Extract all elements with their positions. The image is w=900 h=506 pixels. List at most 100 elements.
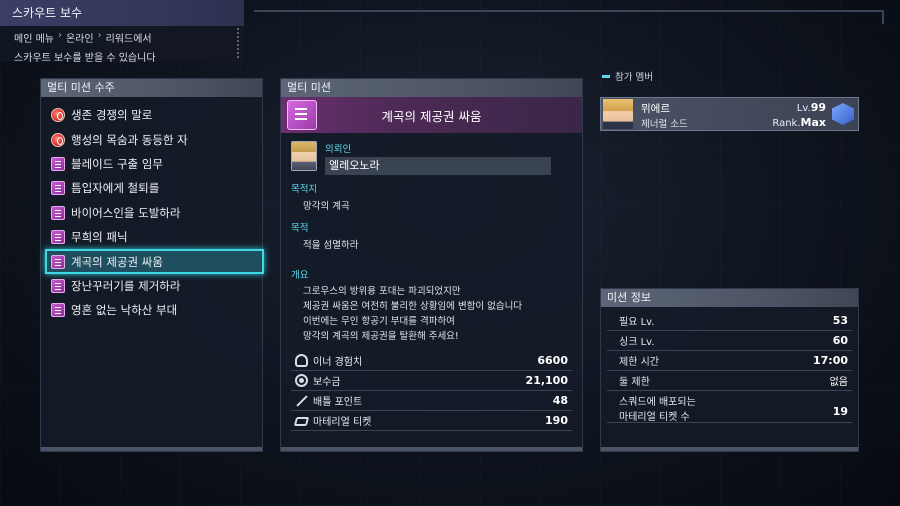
member-level: Lv.99 (797, 101, 826, 114)
reward-label: 이너 경험치 (313, 357, 363, 368)
reward-value: 6600 (537, 354, 568, 367)
info-label: 둘 제한 (619, 377, 650, 388)
reward-row: 마테리얼 티켓 190 (291, 411, 572, 431)
mission-label: 틈입자에게 철퇴를 (71, 181, 160, 196)
member-class: 제너럴 소드 (641, 119, 688, 130)
overview-text: 그로우스의 방위용 포대는 파괴되었지만 제공권 싸움은 여전히 불리한 상황임… (281, 284, 582, 344)
breadcrumb: 메인 메뉴 › 온라인 › 리워드에서 (0, 26, 244, 45)
mission-list-item[interactable]: 무희의 패닉 (47, 225, 256, 249)
level-value: 99 (810, 101, 826, 114)
coin-icon (295, 374, 308, 387)
mission-info-panel: 미션 정보 필요 Lv. 53 싱크 Lv. 60 제한 시간 17:00 둘 … (600, 288, 859, 452)
info-label: 싱크 Lv. (619, 337, 655, 348)
header-divider (237, 28, 240, 58)
info-row: 제한 시간 17:00 (607, 351, 852, 371)
objective-value: 적을 섬멸하라 (303, 240, 359, 251)
mission-doc-icon (51, 254, 65, 269)
info-value: 19 (832, 405, 848, 418)
mission-list-item[interactable]: 블레이드 구출 임무 (47, 152, 256, 176)
panel-footer-bar (601, 447, 858, 451)
reward-row: 배틀 포인트 48 (291, 391, 572, 411)
mission-list-item[interactable]: 영혼 없는 낙하산 부대 (47, 298, 256, 322)
mission-label: 장난꾸러기를 제거하라 (71, 278, 181, 293)
reward-label: 마테리얼 티켓 (313, 417, 372, 428)
mission-label: 행성의 목숨과 동등한 자 (71, 132, 188, 147)
mission-label: 계곡의 제공권 싸움 (71, 254, 163, 269)
mission-detail-panel: 멀티 미션 계곡의 제공권 싸움 의뢰인 엘레오노라 목적지 망각의 계곡 목적… (280, 78, 583, 452)
reward-value: 21,100 (525, 374, 568, 387)
mission-doc-icon (51, 156, 65, 171)
chevron-right-icon: › (57, 30, 62, 41)
overview-line: 망각의 계곡의 제공권을 탈환해 주세요! (303, 331, 459, 342)
panel-footer-bar (281, 447, 582, 451)
breadcrumb-item: 메인 메뉴 (14, 34, 54, 45)
mission-label: 생존 경쟁의 말로 (71, 108, 153, 123)
reward-row: 이너 경험치 6600 (291, 351, 572, 371)
info-row: 필요 Lv. 53 (607, 311, 852, 331)
mission-banner: 계곡의 제공권 싸움 (281, 97, 582, 133)
party-marker-icon (602, 74, 610, 78)
member-rank: Rank.Max (772, 116, 826, 129)
red-emblem-icon (51, 132, 65, 147)
mission-list-item[interactable]: 생존 경쟁의 말로 (47, 103, 256, 127)
info-row: 스쿼드에 배포되는 마테리얼 티켓 수 19 (607, 391, 852, 423)
overview-label: 개요 (291, 270, 309, 281)
breadcrumb-item: 온라인 (65, 34, 94, 45)
client-portrait (291, 141, 317, 171)
chevron-right-icon: › (97, 30, 102, 41)
reward-row: 보수금 21,100 (291, 371, 572, 391)
info-label: 제한 시간 (619, 357, 659, 368)
mission-name: 계곡의 제공권 싸움 (381, 108, 482, 124)
reward-label: 보수금 (313, 377, 341, 388)
mission-label: 블레이드 구출 임무 (71, 156, 163, 171)
overview-line: 그로우스의 방위용 포대는 파괴되었지만 (303, 286, 461, 297)
rank-label: Rank. (772, 118, 801, 129)
page-header: 스카우트 보수 메인 메뉴 › 온라인 › 리워드에서 스카우트 보수를 받을 … (0, 0, 244, 64)
info-value: 17:00 (812, 354, 848, 367)
mission-info-title: 미션 정보 (601, 289, 858, 307)
mission-list-item[interactable]: 틈입자에게 철퇴를 (47, 176, 256, 200)
mission-doc-icon (51, 303, 65, 318)
info-value: 60 (832, 334, 848, 347)
overview-line: 이번에는 무인 항공기 부대를 격파하여 (303, 316, 455, 327)
reward-list: 이너 경험치 6600 보수금 21,100 배틀 포인트 48 마테리얼 티켓… (291, 351, 572, 431)
client-name: 엘레오노라 (325, 157, 551, 175)
page-title: 스카우트 보수 (0, 0, 244, 26)
exp-icon (295, 354, 308, 367)
mission-list-item[interactable]: 장난꾸러기를 제거하라 (47, 274, 256, 298)
mission-list-item[interactable]: 바이어스인을 도발하라 (47, 201, 256, 225)
member-portrait (603, 99, 633, 129)
rank-value: Max (800, 116, 826, 129)
reward-value: 48 (552, 394, 568, 407)
red-emblem-icon (51, 108, 65, 123)
mission-list-item-selected[interactable]: 계곡의 제공권 싸움 (45, 249, 264, 274)
reward-value: 190 (545, 414, 568, 427)
objective-label: 목적 (291, 223, 309, 234)
reward-label: 배틀 포인트 (313, 397, 363, 408)
mission-label: 바이어스인을 도발하라 (71, 205, 181, 220)
mission-doc-icon (51, 181, 65, 196)
party-header: 참가 멤버 (602, 69, 653, 83)
info-row: 싱크 Lv. 60 (607, 331, 852, 351)
mission-doc-icon (51, 205, 65, 220)
client-label: 의뢰인 (325, 144, 352, 155)
destination-value: 망각의 계곡 (303, 201, 350, 212)
info-label: 필요 Lv. (619, 317, 655, 328)
info-label: 마테리얼 티켓 수 (619, 412, 690, 423)
overview-line: 제공권 싸움은 여전히 불리한 상황임에 변함이 없습니다 (303, 301, 523, 312)
breadcrumb-item: 리워드에서 (105, 34, 152, 45)
client-row: 의뢰인 엘레오노라 (281, 133, 582, 175)
mission-label: 무희의 패닉 (71, 230, 128, 245)
mission-list-panel: 멀티 미션 수주 생존 경쟁의 말로 행성의 목숨과 동등한 자 블레이드 구출… (40, 78, 264, 452)
panel-footer-bar (41, 447, 262, 451)
mission-list-item[interactable]: 행성의 목숨과 동등한 자 (47, 127, 256, 151)
info-value: 없음 (829, 377, 848, 388)
info-value: 53 (832, 314, 848, 327)
mission-detail-title: 멀티 미션 (281, 79, 582, 97)
mission-doc-icon (51, 278, 65, 293)
level-label: Lv. (796, 103, 811, 114)
member-name: 뮈에르 (641, 103, 670, 115)
party-member-card[interactable]: 뮈에르 제너럴 소드 Lv.99 Rank.Max (600, 97, 859, 131)
mission-list: 생존 경쟁의 말로 행성의 목숨과 동등한 자 블레이드 구출 임무 틈입자에게… (41, 97, 264, 323)
mission-label: 영혼 없는 낙하산 부대 (71, 303, 178, 318)
